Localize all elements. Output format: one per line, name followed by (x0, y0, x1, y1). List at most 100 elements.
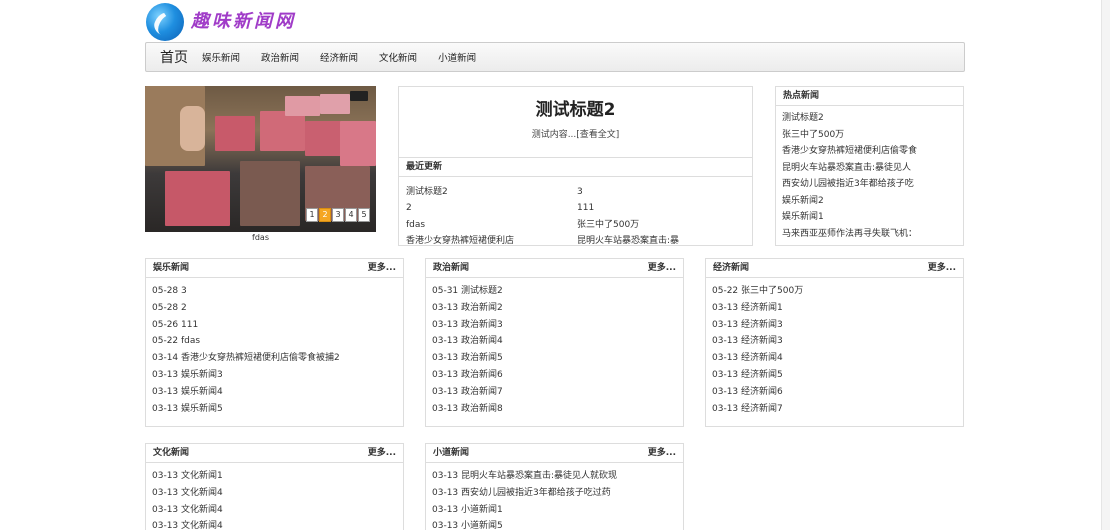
list-item[interactable]: 05-31 测试标题2 (432, 283, 683, 300)
section-heading: 娱乐新闻 更多... (146, 259, 403, 278)
list-item[interactable]: 03-13 政治新闻5 (432, 350, 683, 367)
list-item[interactable]: 03-13 政治新闻3 (432, 317, 683, 334)
main-nav: 首页 娱乐新闻 政治新闻 经济新闻 文化新闻 小道新闻 (145, 42, 965, 72)
recent-item[interactable]: 测试标题2 (406, 184, 577, 200)
feature-desc: 测试内容...[查看全文] (399, 127, 752, 140)
list-item[interactable]: 03-13 政治新闻7 (432, 384, 683, 401)
list-item[interactable]: 03-13 娱乐新闻5 (152, 401, 403, 418)
list-item[interactable]: 03-13 文化新闻1 (152, 468, 403, 485)
list-item[interactable]: 03-13 经济新闻3 (712, 333, 963, 350)
recent-item[interactable]: 香港少女穿热裤短裙便利店 (406, 233, 577, 249)
list-item[interactable]: 娱乐新闻1 (782, 209, 963, 226)
slider-caption[interactable]: fdas (145, 233, 376, 242)
slider-pager: 1 2 3 4 5 (305, 208, 370, 222)
recent-item[interactable]: 张三中了500万 (577, 217, 746, 233)
section-heading: 政治新闻 更多... (426, 259, 683, 278)
section-heading: 经济新闻 更多... (706, 259, 963, 278)
recent-item[interactable]: fdas (406, 217, 577, 233)
more-link[interactable]: 更多... (368, 444, 396, 463)
more-link[interactable]: 更多... (648, 259, 676, 278)
section-politics: 政治新闻 更多... 05-31 测试标题2 03-13 政治新闻2 03-13… (425, 258, 684, 427)
list-item[interactable]: 03-13 经济新闻3 (712, 317, 963, 334)
list-item[interactable]: 03-13 经济新闻1 (712, 300, 963, 317)
list-item[interactable]: 西安幼儿园被指近3年都给孩子吃 (782, 176, 963, 193)
section-list: 05-31 测试标题2 03-13 政治新闻2 03-13 政治新闻3 03-1… (426, 278, 683, 417)
list-item[interactable]: 娱乐新闻2 (782, 193, 963, 210)
list-item[interactable]: 05-22 张三中了500万 (712, 283, 963, 300)
slider-page-2[interactable]: 2 (319, 208, 331, 222)
list-item[interactable]: 03-13 西安幼儿园被指近3年都给孩子吃过药 (432, 485, 683, 502)
nav-item-politics[interactable]: 政治新闻 (261, 50, 299, 64)
nav-item-economy[interactable]: 经济新闻 (320, 50, 358, 64)
section-title[interactable]: 经济新闻 (713, 263, 749, 273)
list-item[interactable]: 03-13 经济新闻5 (712, 367, 963, 384)
recent-item[interactable]: 昆明火车站暴恐案直击:暴 (577, 233, 746, 249)
nav-item-gossip[interactable]: 小道新闻 (438, 50, 476, 64)
list-item[interactable]: 03-13 经济新闻4 (712, 350, 963, 367)
feature-read-more-link[interactable]: [查看全文] (576, 130, 619, 140)
slider-page-1[interactable]: 1 (306, 208, 318, 222)
list-item[interactable]: 03-13 文化新闻4 (152, 518, 403, 530)
section-entertainment: 娱乐新闻 更多... 05-28 3 05-28 2 05-26 111 05-… (145, 258, 404, 427)
list-item[interactable]: 03-13 昆明火车站暴恐案直击:暴徒见人就砍现 (432, 468, 683, 485)
nav-item-entertainment[interactable]: 娱乐新闻 (202, 50, 240, 64)
list-item[interactable]: 昆明火车站暴恐案直击:暴徒见人 (782, 160, 963, 177)
list-item[interactable]: 05-26 111 (152, 317, 403, 334)
list-item[interactable]: 03-13 经济新闻7 (712, 401, 963, 418)
list-item[interactable]: 03-13 政治新闻8 (432, 401, 683, 418)
section-culture: 文化新闻 更多... 03-13 文化新闻1 03-13 文化新闻4 03-13… (145, 443, 404, 530)
list-item[interactable]: 05-28 2 (152, 300, 403, 317)
recent-item[interactable]: 3 (577, 184, 746, 200)
slider-page-5[interactable]: 5 (358, 208, 370, 222)
hot-news-list: 测试标题2 张三中了500万 香港少女穿热裤短裙便利店偷零食 昆明火车站暴恐案直… (776, 106, 963, 242)
feature-desc-text: 测试内容... (531, 130, 577, 140)
slider-page-3[interactable]: 3 (332, 208, 344, 222)
nav-item-culture[interactable]: 文化新闻 (379, 50, 417, 64)
hot-news-heading: 热点新闻 (776, 87, 963, 106)
section-title[interactable]: 娱乐新闻 (153, 263, 189, 273)
section-list: 03-13 昆明火车站暴恐案直击:暴徒见人就砍现 03-13 西安幼儿园被指近3… (426, 463, 683, 530)
list-item[interactable]: 03-13 娱乐新闻4 (152, 384, 403, 401)
list-item[interactable]: 05-28 3 (152, 283, 403, 300)
section-list: 05-28 3 05-28 2 05-26 111 05-22 fdas 03-… (146, 278, 403, 417)
site-header: 趣味新闻网 (145, 0, 965, 42)
section-list: 05-22 张三中了500万 03-13 经济新闻1 03-13 经济新闻3 0… (706, 278, 963, 417)
recent-item[interactable]: 2 (406, 200, 577, 216)
section-list: 03-13 文化新闻1 03-13 文化新闻4 03-13 文化新闻4 03-1… (146, 463, 403, 530)
page-scrollbar[interactable] (1101, 0, 1110, 530)
list-item[interactable]: 张三中了500万 (782, 127, 963, 144)
list-item[interactable]: 马来西亚巫师作法再寻失联飞机： (782, 226, 963, 243)
list-item[interactable]: 03-13 文化新闻4 (152, 502, 403, 519)
more-link[interactable]: 更多... (648, 444, 676, 463)
recent-item[interactable]: 111 (577, 200, 746, 216)
list-item[interactable]: 03-13 文化新闻4 (152, 485, 403, 502)
list-item[interactable]: 香港少女穿热裤短裙便利店偷零食 (782, 143, 963, 160)
list-item[interactable]: 03-13 经济新闻6 (712, 384, 963, 401)
list-item[interactable]: 03-13 政治新闻4 (432, 333, 683, 350)
more-link[interactable]: 更多... (368, 259, 396, 278)
section-title[interactable]: 小道新闻 (433, 448, 469, 458)
more-link[interactable]: 更多... (928, 259, 956, 278)
logo-icon[interactable] (146, 3, 184, 41)
section-economy: 经济新闻 更多... 05-22 张三中了500万 03-13 经济新闻1 03… (705, 258, 964, 427)
page-container: 趣味新闻网 首页 娱乐新闻 政治新闻 经济新闻 文化新闻 小道新闻 1 2 3 … (145, 0, 965, 530)
recent-heading: 最近更新 (399, 157, 752, 177)
section-heading: 小道新闻 更多... (426, 444, 683, 463)
list-item[interactable]: 05-22 fdas (152, 333, 403, 350)
feature-title[interactable]: 测试标题2 (399, 95, 752, 120)
recent-list: 测试标题2 3 2 111 fdas 张三中了500万 香港少女穿热裤短裙便利店… (406, 184, 746, 249)
hot-news-panel: 热点新闻 测试标题2 张三中了500万 香港少女穿热裤短裙便利店偷零食 昆明火车… (775, 86, 964, 246)
list-item[interactable]: 03-13 政治新闻2 (432, 300, 683, 317)
section-title[interactable]: 文化新闻 (153, 448, 189, 458)
slider-page-4[interactable]: 4 (345, 208, 357, 222)
section-heading: 文化新闻 更多... (146, 444, 403, 463)
site-logo-text[interactable]: 趣味新闻网 (191, 7, 296, 33)
list-item[interactable]: 03-13 小道新闻1 (432, 502, 683, 519)
section-title[interactable]: 政治新闻 (433, 263, 469, 273)
list-item[interactable]: 03-13 政治新闻6 (432, 367, 683, 384)
list-item[interactable]: 03-13 娱乐新闻3 (152, 367, 403, 384)
list-item[interactable]: 测试标题2 (782, 110, 963, 127)
nav-home[interactable]: 首页 (160, 47, 188, 67)
list-item[interactable]: 03-13 小道新闻5 (432, 518, 683, 530)
list-item[interactable]: 03-14 香港少女穿热裤短裙便利店偷零食被捕2 (152, 350, 403, 367)
